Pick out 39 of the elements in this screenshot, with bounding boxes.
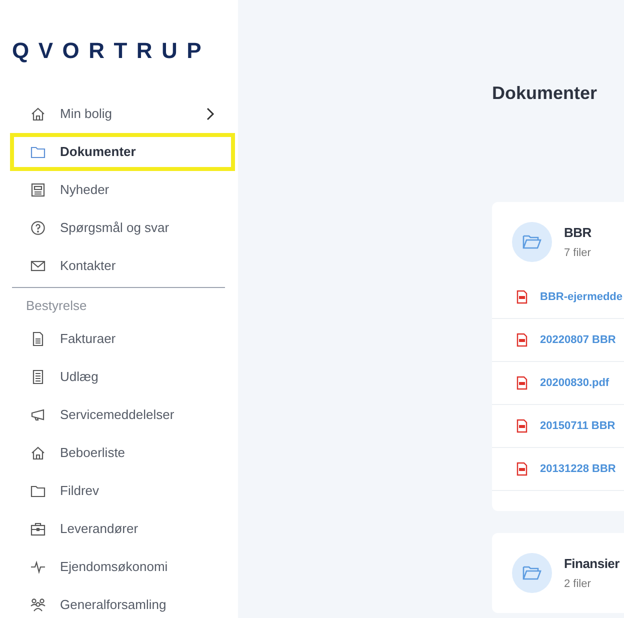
section-heading: Bestyrelse (26, 297, 87, 315)
nav-item[interactable]: Generalforsamling (10, 586, 235, 618)
nav-item[interactable]: Servicemeddelelser (10, 396, 235, 434)
pdf-file-icon (516, 419, 528, 433)
folder-icon (30, 144, 46, 160)
page-title: Dokumenter (492, 82, 598, 105)
pdf-file-icon (516, 462, 528, 476)
nav-item[interactable]: Fakturaer (10, 320, 235, 358)
file-count: 7 filer (564, 246, 591, 261)
pulse-icon (30, 558, 46, 574)
document-icon (30, 330, 46, 346)
receipt-icon (30, 368, 46, 384)
nav-item[interactable]: Fildrev (10, 472, 235, 510)
house-icon (30, 444, 46, 460)
briefcase-icon (30, 520, 46, 536)
nav-item[interactable]: Kontakter (10, 247, 235, 285)
folder-icon (512, 222, 552, 262)
nav-item[interactable]: Spørgsmål og svar (10, 209, 235, 247)
logo: QVORTRUP (12, 37, 211, 65)
nav-item[interactable]: Udlæg (10, 358, 235, 396)
nav-item[interactable]: Nyheder (10, 171, 235, 209)
pdf-file-icon (516, 376, 528, 390)
nav-item[interactable]: Min bolig (10, 95, 235, 133)
newspaper-icon (30, 182, 46, 198)
people-icon (30, 596, 46, 612)
folder-name: BBR (564, 224, 592, 242)
house-icon (30, 106, 46, 122)
nav-item[interactable]: Ejendomsøkonomi (10, 548, 235, 586)
envelope-icon (30, 258, 46, 274)
nav-item[interactable]: Leverandører (10, 510, 235, 548)
pdf-file-icon (516, 290, 528, 304)
nav-item[interactable]: Beboerliste (10, 434, 235, 472)
nav-item[interactable]: Dokumenter (10, 133, 235, 171)
file-count: 2 filer (564, 577, 591, 592)
question-icon (30, 220, 46, 236)
folder-icon (512, 553, 552, 593)
folder-name: Finansier (564, 554, 620, 572)
pdf-file-icon (516, 333, 528, 347)
megaphone-icon (30, 406, 46, 422)
